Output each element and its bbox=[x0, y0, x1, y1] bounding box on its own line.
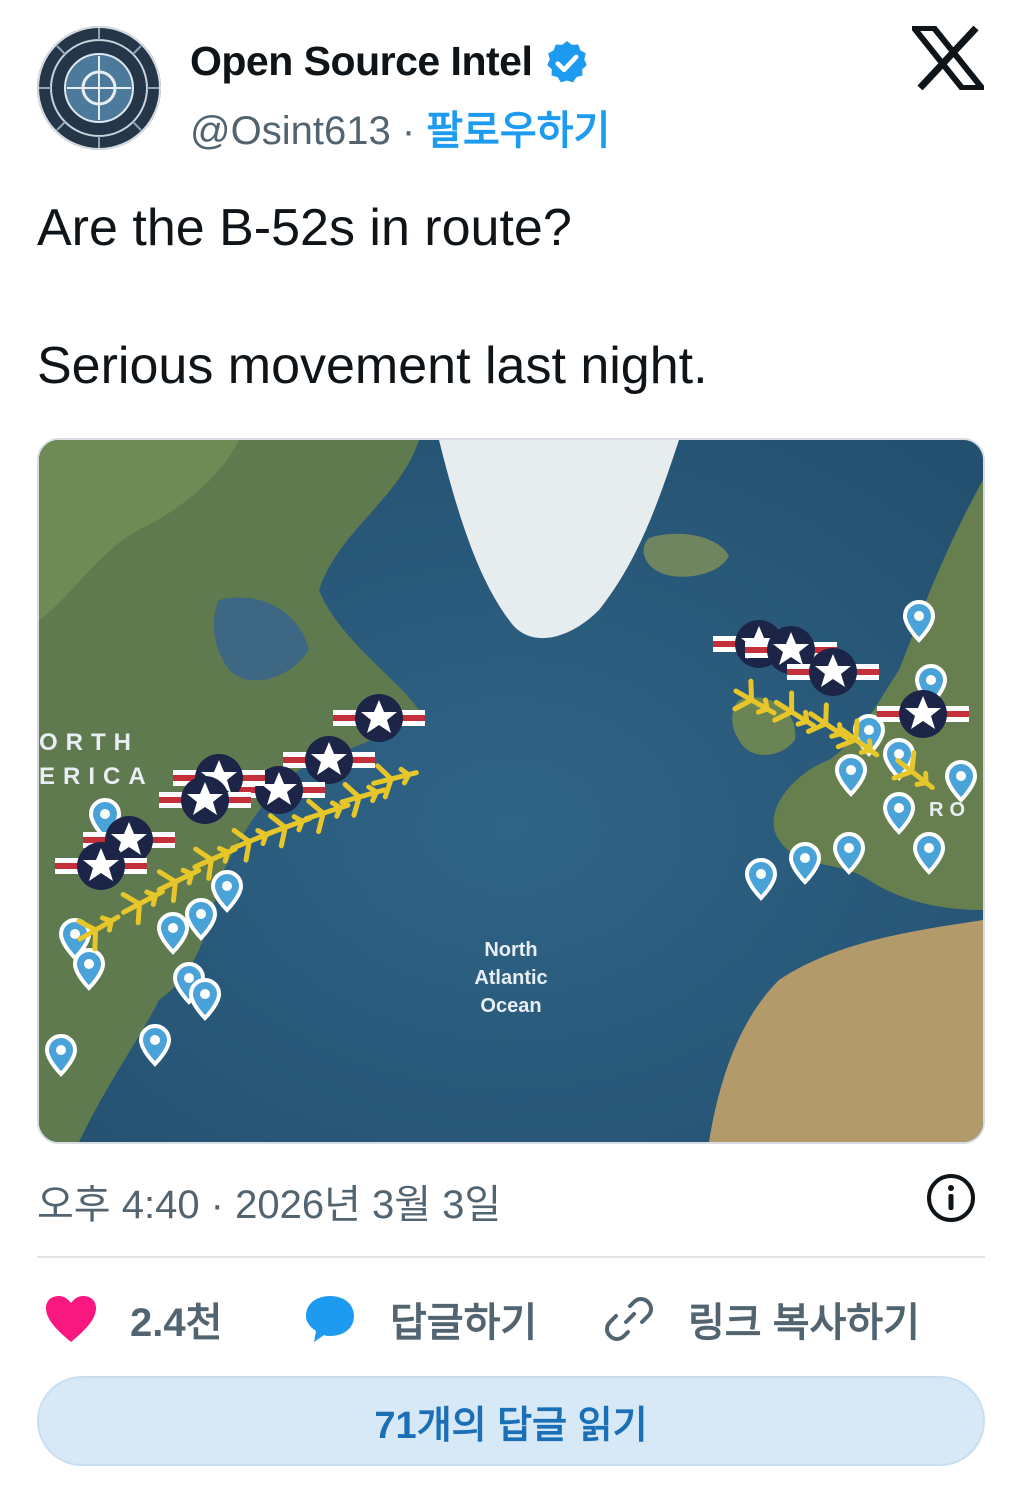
divider bbox=[37, 1256, 985, 1258]
reply-button[interactable]: 답글하기 bbox=[304, 1290, 537, 1348]
author-name[interactable]: Open Source Intel bbox=[190, 38, 533, 85]
like-count: 2.4천 bbox=[130, 1301, 223, 1345]
avatar-emblem-icon bbox=[39, 28, 159, 148]
x-logo-icon[interactable] bbox=[912, 26, 984, 90]
tweet-text-line-1: Are the B-52s in route? bbox=[37, 199, 572, 257]
heart-icon bbox=[46, 1296, 96, 1342]
like-button[interactable]: 2.4천 bbox=[44, 1290, 222, 1348]
author-handle[interactable]: @Osint613 bbox=[190, 109, 391, 153]
copy-link-button[interactable]: 링크 복사하기 bbox=[604, 1290, 920, 1348]
info-icon[interactable] bbox=[925, 1172, 977, 1224]
reply-bubble-icon bbox=[306, 1296, 354, 1342]
map-image: North Atlantic Ocean ORTH ERICA RO bbox=[39, 440, 983, 1142]
handle-row: @Osint613 · 팔로우하기 bbox=[190, 98, 610, 156]
continent-label-erica: ERICA bbox=[39, 763, 154, 790]
avatar[interactable] bbox=[37, 26, 161, 150]
read-replies-label: 71개의 답글 읽기 bbox=[374, 1404, 648, 1447]
link-icon bbox=[605, 1297, 653, 1341]
ocean-label-atlantic: Atlantic bbox=[474, 967, 547, 989]
tweet-media-map[interactable]: North Atlantic Ocean ORTH ERICA RO bbox=[37, 438, 985, 1144]
ocean-label-north: North bbox=[484, 939, 537, 961]
continent-label-orth: ORTH bbox=[39, 729, 139, 756]
tweet-text-line-2: Serious movement last night. bbox=[37, 337, 708, 395]
verified-badge-icon bbox=[547, 41, 587, 83]
follow-button[interactable]: 팔로우하기 bbox=[426, 109, 610, 153]
continent-label-europe: RO bbox=[929, 799, 971, 821]
handle-separator: · bbox=[390, 109, 427, 153]
read-replies-button[interactable]: 71개의 답글 읽기 bbox=[37, 1376, 985, 1466]
ocean-label-ocean: Ocean bbox=[480, 995, 541, 1017]
tweet-timestamp[interactable]: 오후 4:40 · 2026년 3월 3일 bbox=[37, 1172, 501, 1230]
reply-label: 답글하기 bbox=[390, 1301, 538, 1345]
copy-link-label: 링크 복사하기 bbox=[688, 1301, 920, 1345]
